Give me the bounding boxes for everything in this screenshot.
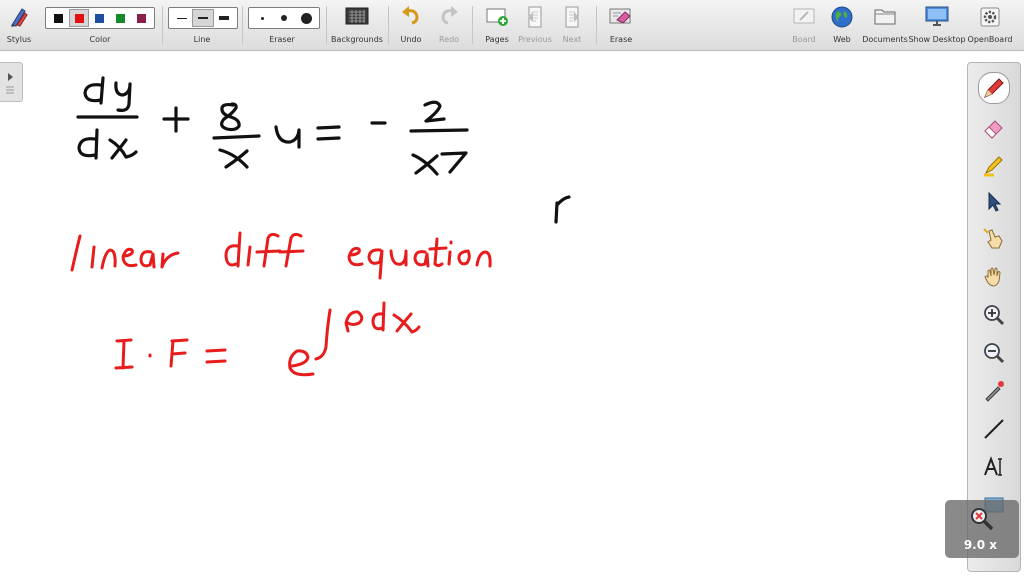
stylus-icon xyxy=(11,8,28,27)
zoom-in-icon xyxy=(984,305,1005,326)
expand-arrow-icon xyxy=(6,73,14,94)
color-group: Color xyxy=(44,0,156,50)
erase-button[interactable]: Erase xyxy=(604,0,638,50)
whiteboard-canvas[interactable] xyxy=(0,51,1024,576)
eraser-icon xyxy=(984,120,1003,139)
magnifier-icon xyxy=(971,508,994,531)
previous-button[interactable]: Previous xyxy=(517,0,553,50)
pen-tool-button[interactable] xyxy=(978,72,1010,104)
eraser-group: Eraser xyxy=(248,0,320,50)
openboard-menu-button[interactable]: OpenBoard xyxy=(966,0,1014,50)
gear-icon xyxy=(980,7,1000,27)
line-thin-button[interactable] xyxy=(172,10,192,26)
pages-button[interactable]: Pages xyxy=(480,0,514,50)
backgrounds-label: Backgrounds xyxy=(331,35,383,44)
zoom-in-tool-button[interactable] xyxy=(980,301,1008,329)
text-tool-button[interactable] xyxy=(980,453,1008,481)
pages-label: Pages xyxy=(485,35,509,44)
redo-label: Redo xyxy=(438,35,460,44)
text-icon xyxy=(984,456,1002,476)
eraser-tool-button[interactable] xyxy=(980,114,1008,142)
black-ink-equation xyxy=(76,76,571,224)
eraser-size-selector xyxy=(248,7,320,29)
top-toolbar: Stylus Color Line Eraser Backgrounds Und… xyxy=(0,0,1024,51)
arrow-pointer-icon xyxy=(988,191,1002,212)
show-desktop-label: Show Desktop xyxy=(908,35,966,44)
previous-label: Previous xyxy=(518,35,552,44)
eraser-medium-button[interactable] xyxy=(274,10,294,26)
erase-label: Erase xyxy=(609,35,633,44)
line-thick-button[interactable] xyxy=(214,10,234,26)
line-width-selector xyxy=(168,7,238,29)
separator xyxy=(388,6,389,44)
backgrounds-button[interactable]: Backgrounds xyxy=(330,0,384,50)
next-button[interactable]: Next xyxy=(556,0,588,50)
red-ink-notes xyxy=(70,231,492,377)
separator xyxy=(326,6,327,44)
erase-board-icon xyxy=(609,8,631,24)
globe-icon xyxy=(831,6,853,28)
hand-tool-button[interactable] xyxy=(980,263,1008,291)
web-button[interactable]: Web xyxy=(826,0,858,50)
folder-icon xyxy=(874,9,896,25)
select-tool-button[interactable] xyxy=(980,188,1008,216)
undo-label: Undo xyxy=(400,35,422,44)
backgrounds-icon xyxy=(345,7,369,25)
next-page-icon xyxy=(565,6,579,28)
interact-tool-button[interactable] xyxy=(980,225,1008,253)
board-icon xyxy=(793,8,815,24)
next-label: Next xyxy=(562,35,582,44)
stylus-button[interactable]: Stylus xyxy=(4,0,34,50)
line-label: Line xyxy=(193,35,211,44)
show-desktop-button[interactable]: Show Desktop xyxy=(908,0,966,50)
separator xyxy=(242,6,243,44)
add-page-icon xyxy=(486,8,508,26)
undo-icon xyxy=(402,6,419,25)
stylus-label: Stylus xyxy=(6,35,32,44)
monitor-icon xyxy=(925,6,949,26)
openboard-label: OpenBoard xyxy=(967,35,1013,44)
pen-icon xyxy=(984,78,1004,98)
pages-panel-toggle[interactable] xyxy=(0,62,23,102)
line-icon xyxy=(984,419,1004,439)
documents-button[interactable]: Documents xyxy=(862,0,908,50)
undo-button[interactable]: Undo xyxy=(396,0,426,50)
zoom-out-icon xyxy=(984,343,1005,364)
separator xyxy=(472,6,473,44)
line-group: Line xyxy=(168,0,238,50)
tool-palette xyxy=(967,62,1021,572)
zoom-out-tool-button[interactable] xyxy=(980,339,1008,367)
separator xyxy=(162,6,163,44)
board-label: Board xyxy=(792,35,816,44)
eraser-small-button[interactable] xyxy=(252,10,272,26)
zoom-indicator: 9.0 x xyxy=(945,500,1019,558)
color-swatch-green[interactable] xyxy=(112,10,130,26)
laser-pointer-icon xyxy=(985,381,1004,402)
documents-label: Documents xyxy=(862,35,908,44)
redo-icon xyxy=(441,6,458,25)
previous-page-icon xyxy=(528,6,542,28)
zoom-level: 9.0 x xyxy=(963,538,997,552)
separator xyxy=(596,6,597,44)
color-swatch-blue[interactable] xyxy=(91,10,109,26)
highlighter-icon xyxy=(984,156,1003,177)
color-swatch-maroon[interactable] xyxy=(133,10,151,26)
eraser-large-button[interactable] xyxy=(296,10,316,26)
board-button[interactable]: Board xyxy=(788,0,820,50)
laser-pointer-tool-button[interactable] xyxy=(980,377,1008,405)
color-label: Color xyxy=(89,35,111,44)
highlighter-tool-button[interactable] xyxy=(980,151,1008,179)
line-medium-button[interactable] xyxy=(191,9,214,27)
pointing-hand-icon xyxy=(983,228,1003,249)
color-palette xyxy=(45,7,155,29)
color-swatch-red[interactable] xyxy=(69,9,90,27)
color-swatch-black[interactable] xyxy=(49,10,67,26)
web-label: Web xyxy=(833,35,851,44)
line-tool-button[interactable] xyxy=(980,415,1008,443)
eraser-label: Eraser xyxy=(269,35,295,44)
redo-button[interactable]: Redo xyxy=(434,0,464,50)
hand-icon xyxy=(984,267,1001,287)
